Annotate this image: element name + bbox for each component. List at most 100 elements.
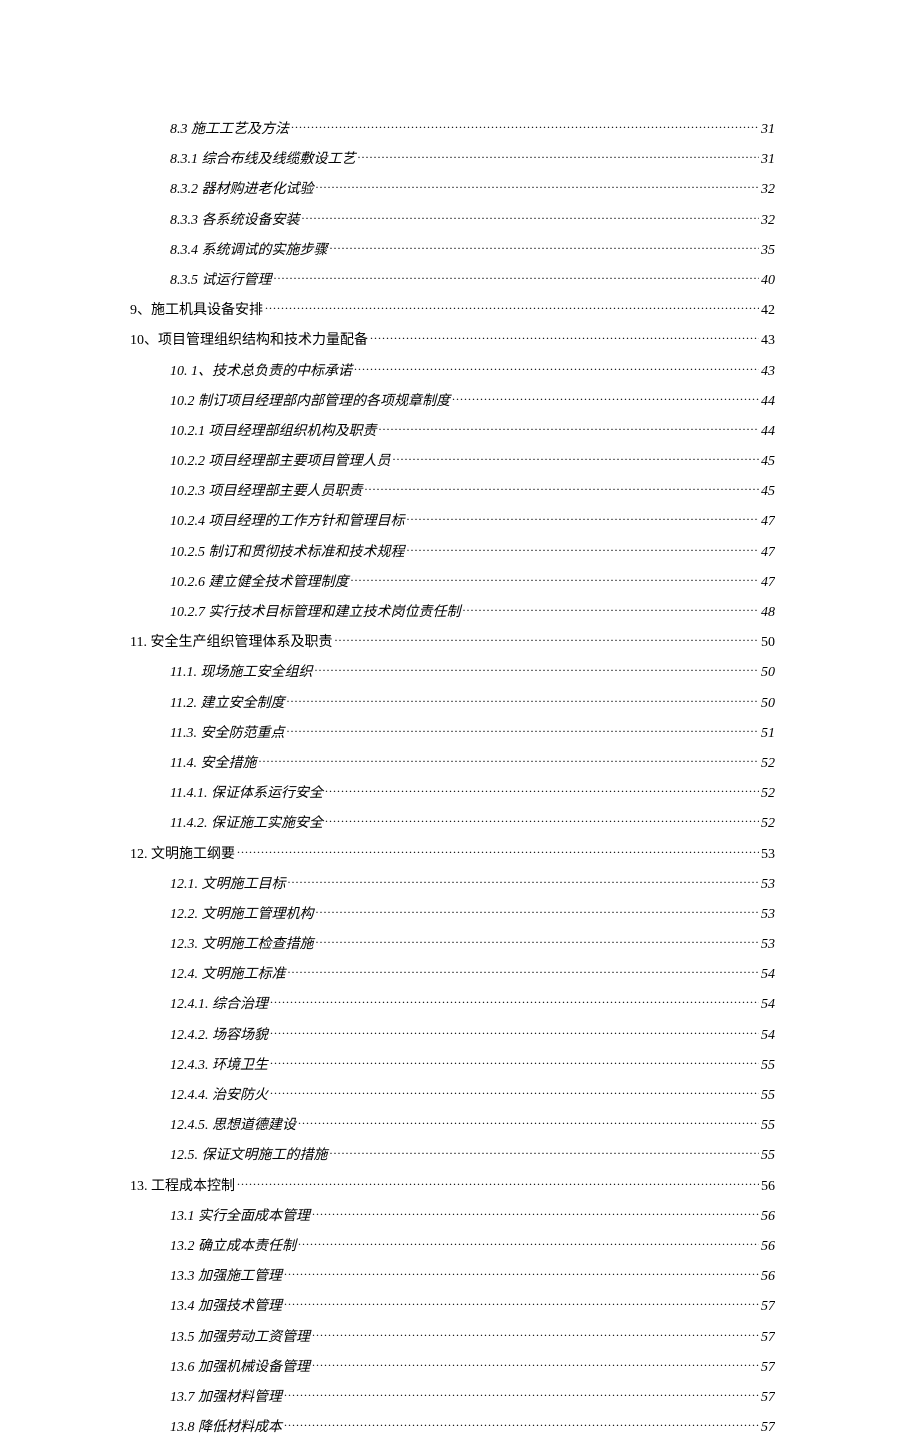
toc-title: 13.1 实行全面成本管理 xyxy=(170,1205,310,1225)
toc-entry: 13.6 加强机械设备管理57 xyxy=(130,1356,775,1376)
toc-title: 12.4.3. 环境卫生 xyxy=(170,1054,268,1074)
toc-title: 10.2.6 建立健全技术管理制度 xyxy=(170,571,349,591)
toc-title: 12. 文明施工纲要 xyxy=(130,843,235,863)
toc-page-number: 43 xyxy=(761,333,775,349)
toc-page-number: 53 xyxy=(761,937,775,953)
toc-entry: 10.2.7 实行技术目标管理和建立技术岗位责任制 48 xyxy=(130,601,775,621)
toc-entry: 10、项目管理组织结构和技术力量配备43 xyxy=(130,329,775,349)
toc-page-number: 53 xyxy=(761,877,775,893)
toc-leader-dots xyxy=(258,753,759,767)
toc-entry: 11.3. 安全防范重点 51 xyxy=(130,722,775,742)
toc-page-number: 55 xyxy=(761,1058,775,1074)
toc-entry: 8.3.1 综合布线及线缆敷设工艺 31 xyxy=(130,148,775,168)
toc-page-number: 51 xyxy=(761,726,775,742)
toc-leader-dots xyxy=(330,1145,760,1159)
toc-leader-dots xyxy=(302,210,760,224)
toc-page-number: 47 xyxy=(761,514,775,530)
toc-title: 11.3. 安全防范重点 xyxy=(170,722,284,742)
toc-title: 11.4.1. 保证体系运行安全 xyxy=(170,782,323,802)
toc-title: 10.2.1 项目经理部组织机构及职责 xyxy=(170,420,377,440)
toc-entry: 8.3.2 器材购进老化试验 32 xyxy=(130,178,775,198)
toc-title: 12.4.5. 思想道德建设 xyxy=(170,1114,296,1134)
toc-leader-dots xyxy=(265,300,759,314)
toc-title: 8.3.1 综合布线及线缆敷设工艺 xyxy=(170,148,356,168)
toc-page-number: 45 xyxy=(761,454,775,470)
toc-entry: 11. 安全生产组织管理体系及职责50 xyxy=(130,631,775,651)
toc-entry: 10.2.3 项目经理部主要人员职责45 xyxy=(130,480,775,500)
toc-page-number: 48 xyxy=(761,605,775,621)
toc-entry: 11.4.1. 保证体系运行安全52 xyxy=(130,782,775,802)
toc-entry: 8.3 施工工艺及方法 31 xyxy=(130,118,775,138)
toc-title: 10.2.7 实行技术目标管理和建立技术岗位责任制 xyxy=(170,601,461,621)
toc-page-number: 50 xyxy=(761,635,775,651)
toc-page-number: 55 xyxy=(761,1118,775,1134)
toc-leader-dots xyxy=(316,179,760,193)
toc-leader-dots xyxy=(365,481,760,495)
toc-leader-dots xyxy=(312,1206,759,1220)
toc-entry: 12.4.2. 场容场貌54 xyxy=(130,1024,775,1044)
toc-entry: 12.4.5. 思想道德建设 55 xyxy=(130,1114,775,1134)
toc-page-number: 50 xyxy=(761,696,775,712)
toc-page-number: 47 xyxy=(761,575,775,591)
toc-page-number: 31 xyxy=(761,152,775,168)
toc-title: 11.2. 建立安全制度 xyxy=(170,692,284,712)
toc-entry: 10.2.2 项目经理部主要项目管理人员45 xyxy=(130,450,775,470)
toc-leader-dots xyxy=(274,270,760,284)
toc-page-number: 44 xyxy=(761,424,775,440)
toc-page-number: 32 xyxy=(761,182,775,198)
toc-title: 11.1. 现场施工安全组织 xyxy=(170,661,312,681)
toc-leader-dots xyxy=(270,1025,759,1039)
toc-title: 13.7 加强材料管理 xyxy=(170,1386,282,1406)
toc-entry: 12.1. 文明施工目标53 xyxy=(130,873,775,893)
toc-title: 10. 1、技术总负责的中标承诺 xyxy=(170,360,352,380)
toc-page-number: 57 xyxy=(761,1360,775,1376)
toc-title: 10.2.4 项目经理的工作方针和管理目标 xyxy=(170,510,405,530)
toc-page-number: 54 xyxy=(761,997,775,1013)
toc-entry: 13.5 加强劳动工资管理57 xyxy=(130,1326,775,1346)
toc-page-number: 40 xyxy=(761,273,775,289)
toc-page-number: 35 xyxy=(761,243,775,259)
toc-title: 8.3.2 器材购进老化试验 xyxy=(170,178,314,198)
toc-leader-dots xyxy=(316,904,760,918)
toc-page-number: 53 xyxy=(761,847,775,863)
toc-leader-dots xyxy=(354,361,759,375)
toc-page-number: 55 xyxy=(761,1148,775,1164)
toc-page-number: 52 xyxy=(761,756,775,772)
toc-page-number: 31 xyxy=(761,122,775,138)
toc-title: 13. 工程成本控制 xyxy=(130,1175,235,1195)
toc-entry: 10.2.1 项目经理部组织机构及职责 44 xyxy=(130,420,775,440)
toc-entry: 12. 文明施工纲要 53 xyxy=(130,843,775,863)
toc-entry: 10.2.4 项目经理的工作方针和管理目标 47 xyxy=(130,510,775,530)
toc-page-number: 56 xyxy=(761,1269,775,1285)
toc-leader-dots xyxy=(393,451,760,465)
toc-page-number: 55 xyxy=(761,1088,775,1104)
toc-leader-dots xyxy=(284,1296,759,1310)
toc-leader-dots xyxy=(351,572,760,586)
toc-title: 8.3.4 系统调试的实施步骤 xyxy=(170,239,328,259)
toc-entry: 13.2 确立成本责任制56 xyxy=(130,1235,775,1255)
toc-title: 13.8 降低材料成本 xyxy=(170,1416,282,1436)
toc-leader-dots xyxy=(312,1327,759,1341)
toc-leader-dots xyxy=(463,602,760,616)
toc-entry: 13.7 加强材料管理57 xyxy=(130,1386,775,1406)
toc-leader-dots xyxy=(298,1236,759,1250)
toc-leader-dots xyxy=(284,1266,759,1280)
toc-title: 9、施工机具设备安排 xyxy=(130,299,263,319)
toc-entry: 12.4.3. 环境卫生 55 xyxy=(130,1054,775,1074)
toc-page-number: 44 xyxy=(761,394,775,410)
toc-leader-dots xyxy=(312,1357,759,1371)
toc-leader-dots xyxy=(358,149,760,163)
toc-title: 8.3 施工工艺及方法 xyxy=(170,118,289,138)
toc-title: 12.4.2. 场容场貌 xyxy=(170,1024,268,1044)
toc-title: 12.2. 文明施工管理机构 xyxy=(170,903,314,923)
toc-entry: 8.3.3 各系统设备安装32 xyxy=(130,209,775,229)
toc-page-number: 42 xyxy=(761,303,775,319)
toc-leader-dots xyxy=(325,783,759,797)
toc-page-number: 56 xyxy=(761,1179,775,1195)
toc-title: 11.4.2. 保证施工实施安全 xyxy=(170,812,323,832)
toc-leader-dots xyxy=(379,421,760,435)
toc-entry: 10.2.5 制订和贯彻技术标准和技术规程47 xyxy=(130,541,775,561)
toc-page-number: 57 xyxy=(761,1330,775,1346)
toc-entry: 11.2. 建立安全制度 50 xyxy=(130,692,775,712)
toc-title: 10.2 制订项目经理部内部管理的各项规章制度 xyxy=(170,390,450,410)
